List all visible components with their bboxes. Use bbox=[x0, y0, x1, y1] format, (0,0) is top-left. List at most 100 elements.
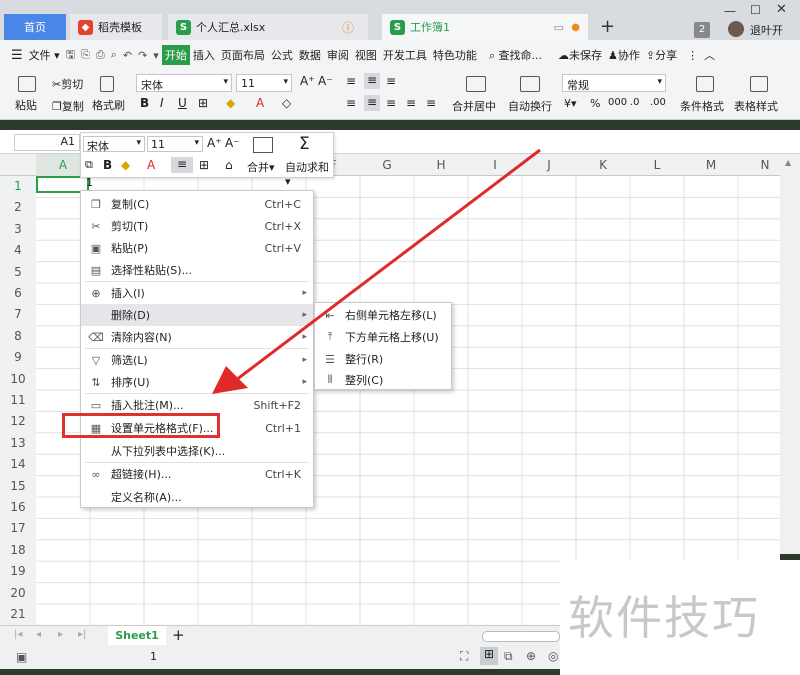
font-size-select[interactable]: 11 ▾ bbox=[236, 74, 292, 92]
menu-item-insert[interactable]: ⊕ 插入(I) ▸ bbox=[81, 282, 313, 304]
page-break-view-icon[interactable]: ⧉ bbox=[504, 649, 513, 664]
tab-data[interactable]: 数据 bbox=[296, 47, 324, 63]
vertical-scrollbar-track[interactable]: ▲ bbox=[780, 154, 800, 554]
menu-item-clear-contents[interactable]: ⌫ 清除内容(N) ▸ bbox=[81, 326, 313, 348]
font-grow-icon[interactable]: A⁺ bbox=[300, 74, 315, 88]
submenu-item-shift-left[interactable]: ⇤ 右侧单元格左移(L) bbox=[315, 304, 451, 326]
tab-templates[interactable]: ◆ 稻壳模板 bbox=[70, 14, 162, 40]
export-icon[interactable]: ⎘ bbox=[78, 48, 93, 62]
row-header-13[interactable]: 13 bbox=[0, 432, 36, 455]
font-color-icon[interactable]: A bbox=[256, 96, 264, 110]
share-button[interactable]: ⇪分享 bbox=[643, 47, 680, 63]
mini-font-shrink-icon[interactable]: A⁻ bbox=[225, 136, 240, 150]
menu-item-filter[interactable]: ▽ 筛选(L) ▸ bbox=[81, 349, 313, 371]
avatar[interactable] bbox=[728, 21, 744, 37]
mini-border-icon[interactable]: ⊞ bbox=[199, 158, 209, 172]
row-header-10[interactable]: 10 bbox=[0, 368, 36, 390]
row-header-5[interactable]: 5 bbox=[0, 261, 36, 283]
menu-item-paste-special[interactable]: ▤ 选择性粘贴(S)... bbox=[81, 259, 313, 281]
more-options-icon[interactable]: ⋮ bbox=[684, 49, 701, 62]
underline-icon[interactable]: U bbox=[178, 96, 187, 110]
sheet-nav-first-icon[interactable]: |◂ bbox=[14, 629, 22, 640]
font-name-select[interactable]: 宋体 ▾ bbox=[136, 74, 232, 92]
mini-merge-button[interactable]: 合并▾ bbox=[247, 159, 275, 175]
tab-formula[interactable]: 公式 bbox=[268, 47, 296, 63]
column-header-h[interactable]: H bbox=[414, 154, 468, 176]
mini-align-icon[interactable]: ≡ bbox=[171, 157, 193, 173]
row-header-21[interactable]: 21 bbox=[0, 604, 36, 626]
reading-view-icon[interactable]: ⊕ bbox=[526, 649, 536, 663]
minimize-icon[interactable]: — bbox=[724, 4, 736, 18]
menu-item-define-name[interactable]: 定义名称(A)... bbox=[81, 486, 313, 508]
copy-button[interactable]: ❐复制 bbox=[52, 98, 84, 114]
thousands-icon[interactable]: 000 bbox=[608, 97, 627, 108]
close-icon[interactable]: ✕ bbox=[776, 2, 787, 17]
row-header-7[interactable]: 7 bbox=[0, 304, 36, 326]
menu-item-delete[interactable]: 删除(D) ▸ bbox=[81, 304, 313, 326]
menu-item-cut[interactable]: ✂ 剪切(T) Ctrl+X bbox=[81, 215, 313, 237]
scroll-up-icon[interactable]: ▲ bbox=[785, 158, 791, 167]
eye-protect-icon[interactable]: ◎ bbox=[548, 649, 558, 663]
percent-icon[interactable]: % bbox=[590, 97, 600, 110]
bold-icon[interactable]: B bbox=[140, 96, 149, 110]
mini-clear-icon[interactable]: ⌂ bbox=[225, 158, 233, 172]
fill-color-icon[interactable]: ◆ bbox=[226, 96, 235, 110]
sheet-nav-last-icon[interactable]: ▸| bbox=[78, 629, 86, 640]
redo-icon[interactable]: ↷ bbox=[135, 49, 150, 62]
sheet-nav-prev-icon[interactable]: ◂ bbox=[36, 629, 41, 640]
fullscreen-icon[interactable]: ⛶ bbox=[460, 649, 468, 664]
search-command[interactable]: ⌕ 查找命... bbox=[486, 47, 545, 63]
tab-review[interactable]: 审阅 bbox=[324, 47, 352, 63]
row-header-6[interactable]: 6 bbox=[0, 283, 36, 305]
border-icon[interactable]: ⊞ bbox=[198, 96, 208, 110]
table-style-button[interactable]: 表格样式 bbox=[734, 98, 778, 114]
sheet-tab-sheet1[interactable]: Sheet1 bbox=[108, 626, 166, 646]
collab-button[interactable]: ♟协作 bbox=[605, 47, 643, 63]
align-right-icon[interactable]: ≡ bbox=[386, 96, 396, 110]
more-icon[interactable]: ▾ bbox=[150, 49, 162, 62]
save-icon[interactable]: 🖫 bbox=[63, 46, 78, 65]
normal-view-icon[interactable]: ⊞ bbox=[480, 647, 498, 665]
paste-button[interactable]: 粘贴 bbox=[15, 97, 37, 113]
tab-features[interactable]: 特色功能 bbox=[430, 47, 480, 63]
row-header-9[interactable]: 9 bbox=[0, 347, 36, 369]
merge-center-button[interactable]: 合并居中 bbox=[452, 98, 496, 114]
tab-home[interactable]: 首页 bbox=[4, 14, 66, 40]
name-box[interactable]: A1 bbox=[14, 134, 80, 151]
menu-item-paste[interactable]: ▣ 粘贴(P) Ctrl+V bbox=[81, 237, 313, 259]
column-header-i[interactable]: I bbox=[468, 154, 522, 176]
justify-icon[interactable]: ≡ bbox=[406, 96, 416, 110]
unsaved-status[interactable]: ☁未保存 bbox=[555, 47, 605, 63]
align-bottom-icon[interactable]: ≡ bbox=[386, 74, 396, 88]
column-header-j[interactable]: J bbox=[522, 154, 576, 176]
menu-item-sort[interactable]: ⇅ 排序(U) ▸ bbox=[81, 371, 313, 393]
row-header-3[interactable]: 3 bbox=[0, 218, 36, 241]
tab-file1[interactable]: S 个人汇总.xlsx ⓘ bbox=[168, 14, 368, 40]
submenu-item-entire-column[interactable]: ⫴ 整列(C) bbox=[315, 369, 451, 391]
tab-start[interactable]: 开始 bbox=[161, 45, 190, 65]
increase-decimal-icon[interactable]: .0 bbox=[630, 97, 640, 108]
wrap-text-button[interactable]: 自动换行 bbox=[508, 98, 552, 114]
number-format-select[interactable]: 常规 ▾ bbox=[562, 74, 666, 92]
mini-bold-icon[interactable]: B bbox=[103, 158, 112, 172]
tab-current[interactable]: S 工作簿1 ▭ ● bbox=[382, 14, 588, 40]
format-painter-button[interactable]: 格式刷 bbox=[92, 97, 125, 113]
column-header-m[interactable]: M bbox=[684, 154, 738, 176]
tab-insert[interactable]: 插入 bbox=[190, 47, 218, 63]
row-header-4[interactable]: 4 bbox=[0, 240, 36, 262]
row-header-1[interactable]: 1 bbox=[0, 176, 36, 198]
conditional-format-button[interactable]: 条件格式 bbox=[680, 98, 724, 114]
align-top-icon[interactable]: ≡ bbox=[346, 74, 356, 88]
print-icon[interactable]: ⎙ bbox=[93, 48, 108, 62]
user-name[interactable]: 退叶开 bbox=[750, 22, 783, 38]
row-header-19[interactable]: 19 bbox=[0, 561, 36, 583]
clear-format-icon[interactable]: ◇ bbox=[282, 96, 291, 110]
menu-item-pick-from-list[interactable]: 从下拉列表中选择(K)... bbox=[81, 440, 313, 462]
row-header-15[interactable]: 15 bbox=[0, 475, 36, 497]
mini-autosum-button[interactable]: 自动求和▾ bbox=[285, 159, 333, 188]
horizontal-scrollbar[interactable] bbox=[482, 631, 560, 642]
mini-font-color-icon[interactable]: A bbox=[147, 158, 155, 172]
align-left-icon[interactable]: ≡ bbox=[346, 96, 356, 110]
undo-icon[interactable]: ↶ bbox=[120, 49, 135, 62]
row-header-11[interactable]: 11 bbox=[0, 390, 36, 412]
